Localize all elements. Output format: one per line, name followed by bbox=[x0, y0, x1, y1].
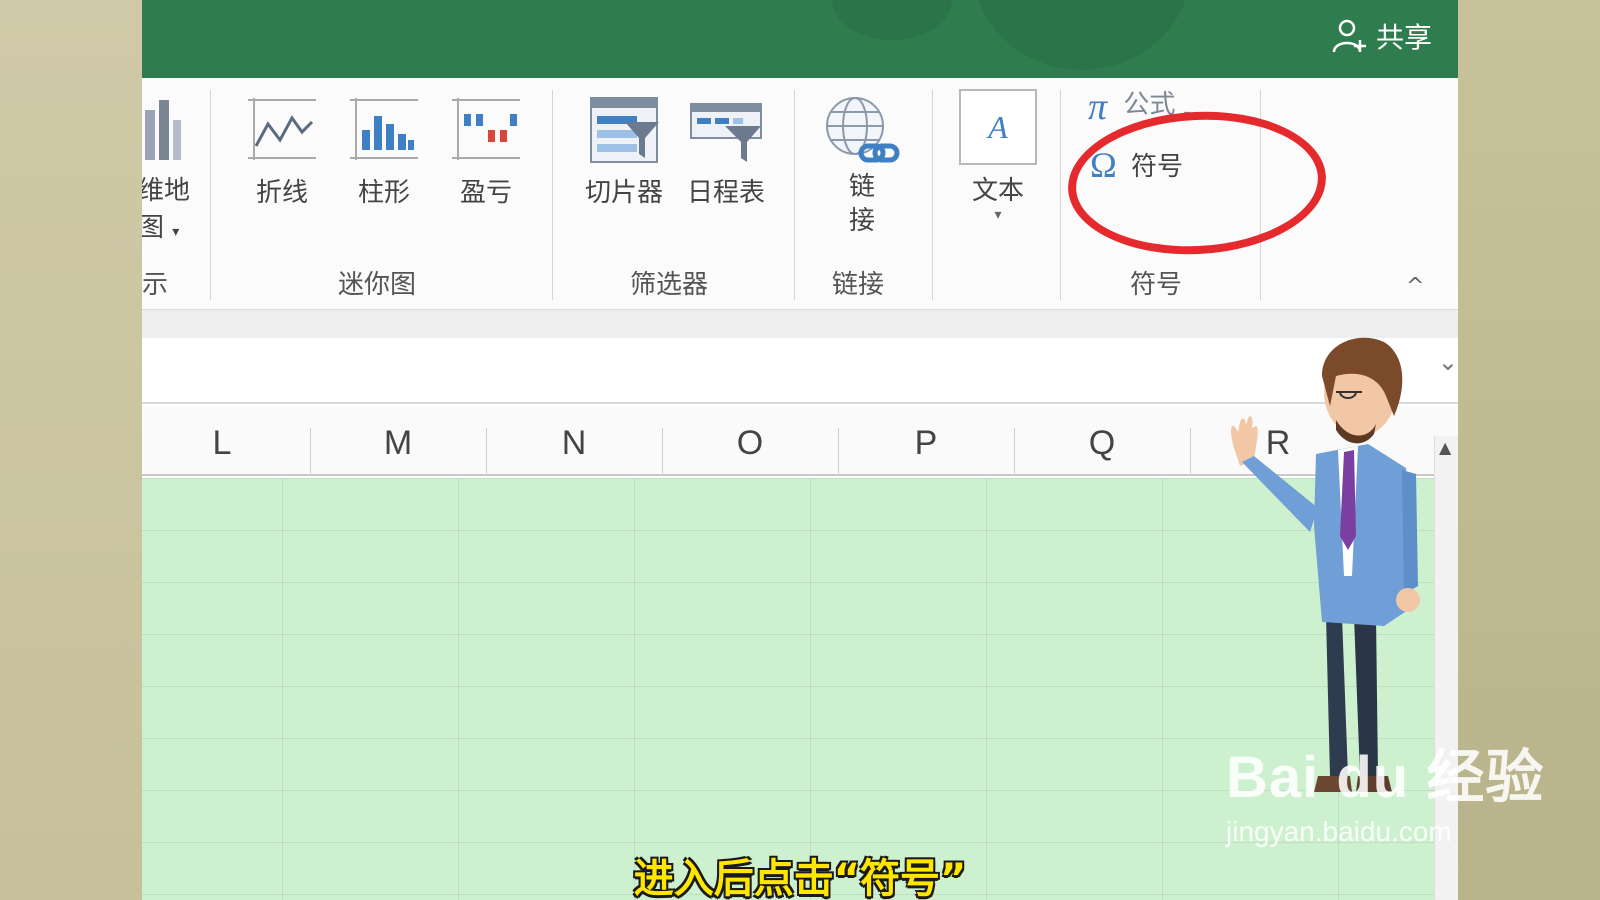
sparkline-column-button[interactable]: 柱形 bbox=[344, 96, 424, 209]
column-header-n[interactable]: N bbox=[486, 424, 662, 463]
group-label-tours: 示 bbox=[142, 270, 169, 300]
link-icon bbox=[826, 97, 900, 163]
watermark-url: jingyan.baidu.com bbox=[1226, 816, 1452, 847]
map-button[interactable]: 维地 图 ▾ bbox=[142, 96, 191, 244]
scroll-up-icon[interactable]: ▲ bbox=[1439, 438, 1451, 457]
share-label: 共享 bbox=[1375, 21, 1432, 54]
column-header-o[interactable]: O bbox=[662, 424, 838, 463]
title-decoration bbox=[972, 0, 1192, 70]
map-button-label-2: 图 bbox=[142, 213, 165, 243]
group-label-sparklines: 迷你图 bbox=[338, 270, 417, 300]
watermark-logo: Bai du 经验 bbox=[1226, 745, 1545, 810]
column-header-q[interactable]: Q bbox=[1014, 424, 1190, 463]
timeline-button[interactable]: 日程表 bbox=[678, 96, 774, 209]
sparkline-column-icon bbox=[350, 98, 418, 160]
text-button[interactable]: A 文本 ▾ bbox=[958, 88, 1038, 223]
group-label-links: 链接 bbox=[832, 270, 885, 300]
link-button[interactable]: 链 接 bbox=[822, 94, 902, 238]
column-header-m[interactable]: M bbox=[310, 424, 486, 463]
group-separator bbox=[552, 90, 553, 300]
video-subtitle: 进入后点击“符号” bbox=[633, 856, 967, 900]
group-separator bbox=[210, 90, 211, 300]
sparkline-column-label: 柱形 bbox=[357, 178, 410, 208]
column-header-l[interactable]: L bbox=[142, 424, 310, 463]
share-button[interactable]: 共享 bbox=[1330, 16, 1432, 56]
add-person-icon bbox=[1332, 19, 1366, 53]
title-decoration bbox=[832, 0, 952, 40]
slicer-label: 切片器 bbox=[584, 178, 663, 208]
collapse-ribbon-icon[interactable]: ^ bbox=[1406, 274, 1424, 299]
sparkline-line-label: 折线 bbox=[255, 178, 308, 208]
group-label-filters: 筛选器 bbox=[630, 270, 709, 300]
sparkline-winloss-icon bbox=[452, 98, 520, 160]
baidu-jingyan-watermark: Bai du 经验 jingyan.baidu.com bbox=[1226, 730, 1544, 848]
ribbon-bottom-strip bbox=[142, 310, 1458, 338]
group-separator bbox=[932, 90, 933, 300]
slicer-icon bbox=[590, 97, 659, 163]
link-label-2: 接 bbox=[848, 206, 875, 236]
timeline-icon bbox=[690, 103, 762, 162]
sparkline-winloss-button[interactable]: 盈亏 bbox=[446, 96, 526, 209]
map-button-label: 维地 bbox=[142, 176, 191, 206]
timeline-label: 日程表 bbox=[686, 178, 765, 208]
group-separator bbox=[1060, 90, 1061, 300]
text-box-icon: A bbox=[959, 89, 1037, 165]
map-chart-icon bbox=[145, 100, 181, 160]
slicer-button[interactable]: 切片器 bbox=[576, 96, 672, 209]
title-bar: 共享 bbox=[142, 0, 1458, 78]
sparkline-line-icon bbox=[248, 98, 316, 160]
chevron-down-icon: ▾ bbox=[172, 224, 180, 240]
expand-formula-bar-icon[interactable]: ⌄ bbox=[1438, 348, 1458, 376]
chevron-down-icon: ▾ bbox=[994, 207, 1002, 223]
text-label: 文本 bbox=[971, 176, 1024, 206]
group-separator bbox=[794, 90, 795, 300]
svg-text:A: A bbox=[986, 109, 1008, 145]
sparkline-winloss-label: 盈亏 bbox=[459, 178, 512, 208]
pi-icon: π bbox=[1088, 86, 1108, 128]
link-label: 链 bbox=[848, 172, 875, 202]
video-background-left bbox=[0, 0, 142, 900]
column-header-p[interactable]: P bbox=[838, 424, 1014, 463]
sparkline-line-button[interactable]: 折线 bbox=[242, 96, 322, 209]
group-label-symbols: 符号 bbox=[1130, 270, 1183, 300]
